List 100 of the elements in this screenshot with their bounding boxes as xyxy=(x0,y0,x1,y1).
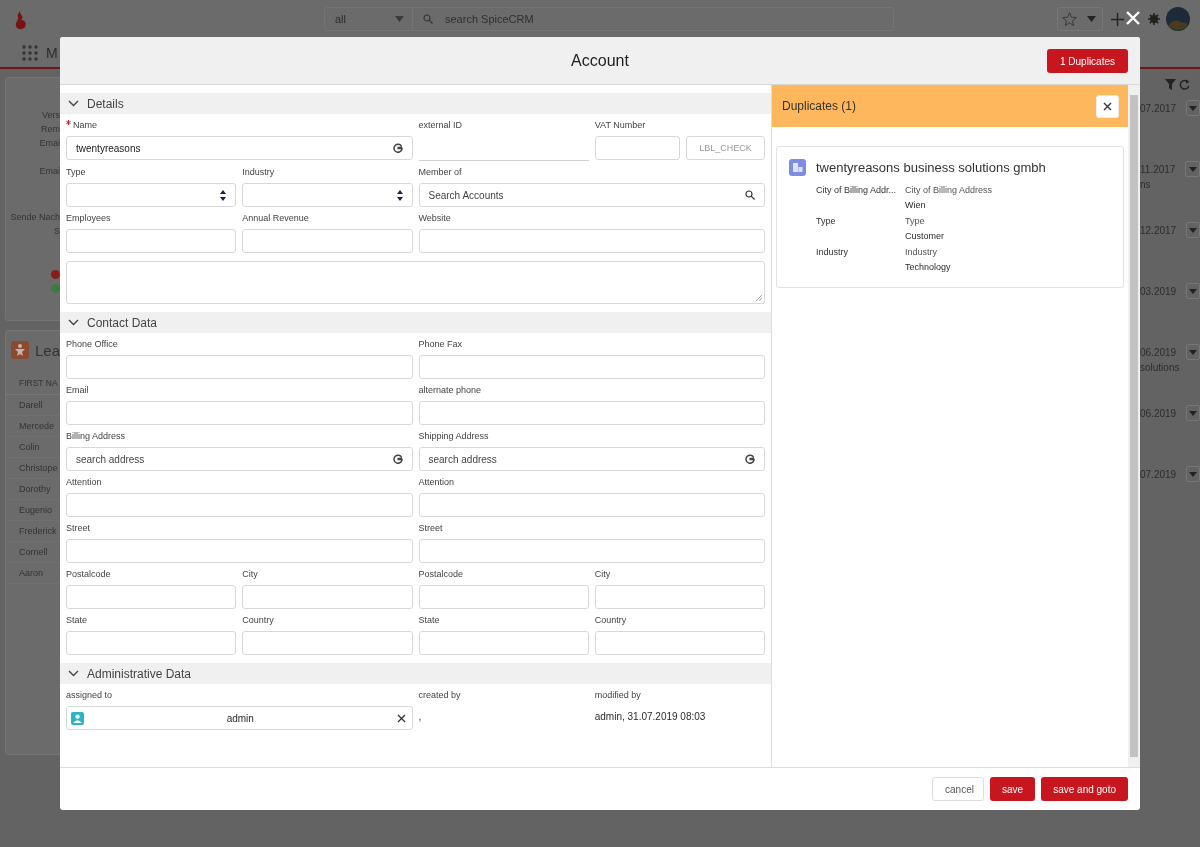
field-value: Customer xyxy=(905,230,944,243)
section-header[interactable]: Details xyxy=(60,93,771,114)
input-field[interactable] xyxy=(418,539,765,563)
input-field[interactable] xyxy=(66,539,413,563)
input-field[interactable] xyxy=(242,585,413,609)
input-field[interactable] xyxy=(418,401,765,425)
chevron-icon xyxy=(68,319,79,326)
lookup-field[interactable]: Search Accounts xyxy=(418,183,765,207)
field-label: Phone Fax xyxy=(418,339,463,349)
field-label: Postalcode xyxy=(418,569,464,579)
search-icon xyxy=(423,14,433,24)
chevron-icon xyxy=(68,670,79,677)
input-field[interactable] xyxy=(66,493,413,517)
select-field[interactable] xyxy=(242,183,413,207)
input-field[interactable] xyxy=(418,585,589,609)
menu-button[interactable] xyxy=(1186,283,1200,299)
settings-icon[interactable] xyxy=(1148,13,1160,25)
text-area[interactable] xyxy=(66,261,765,304)
cancel-button[interactable]: cancel xyxy=(932,777,985,801)
caret-icon xyxy=(1189,105,1198,111)
field-label: Name xyxy=(73,120,97,130)
google-icon xyxy=(392,454,403,464)
user-field[interactable]: admin xyxy=(66,706,413,730)
input-field[interactable] xyxy=(66,401,413,425)
input-field[interactable]: search address xyxy=(418,447,765,471)
search-placeholder: search SpiceCRM xyxy=(445,13,534,25)
field-value: admin, 31.07.2019 08:03 xyxy=(594,710,707,722)
input-field[interactable]: search address xyxy=(66,447,413,471)
input-field[interactable]: twentyreasons xyxy=(66,136,413,160)
clear-icon[interactable] xyxy=(396,713,406,723)
duplicates-button[interactable]: 1 Duplicates xyxy=(1046,49,1128,73)
input-field[interactable] xyxy=(242,631,413,655)
caret-icon xyxy=(395,16,404,22)
field-label: City of Billing Addr... xyxy=(816,184,898,197)
input-field[interactable] xyxy=(594,136,680,160)
section-header[interactable]: Contact Data xyxy=(60,312,771,333)
menu-button[interactable] xyxy=(1186,222,1200,238)
field-label: Industry xyxy=(242,167,275,177)
field-value: , xyxy=(418,710,423,722)
input-field[interactable] xyxy=(418,631,589,655)
account-icon xyxy=(789,159,806,176)
save-button[interactable]: save and goto xyxy=(1041,777,1128,801)
account-name[interactable]: twentyreasons business solutions gmbh xyxy=(816,160,1046,175)
caret-icon xyxy=(1189,349,1198,355)
input-field[interactable] xyxy=(594,585,765,609)
section-header[interactable]: Administrative Data xyxy=(60,663,771,684)
scrollbar[interactable] xyxy=(1128,85,1140,767)
field-label: Website xyxy=(418,213,451,223)
field-label: Annual Revenue xyxy=(242,213,309,223)
field-label: Member of xyxy=(418,167,462,177)
input-field[interactable] xyxy=(418,493,765,517)
menu-button[interactable] xyxy=(1186,405,1200,421)
google-icon xyxy=(392,143,403,153)
select-field[interactable] xyxy=(66,183,237,207)
field-label: City of Billing Address xyxy=(905,184,993,197)
field-label: Country xyxy=(594,615,627,625)
input-field[interactable] xyxy=(66,585,237,609)
caret-icon xyxy=(1189,227,1198,233)
menu-button[interactable] xyxy=(1185,161,1200,177)
resize-handle-icon xyxy=(756,295,762,301)
save-button[interactable]: save xyxy=(990,777,1036,801)
close-button[interactable] xyxy=(1096,94,1119,118)
input-field[interactable] xyxy=(594,631,765,655)
field-value: Technology xyxy=(905,261,951,274)
avatar-icon[interactable] xyxy=(1166,7,1190,31)
card-title: Lea xyxy=(35,341,61,359)
field-label: Employees xyxy=(66,213,111,223)
field-label: Phone Office xyxy=(66,339,118,349)
refresh-icon[interactable] xyxy=(1179,79,1190,90)
favorites-button[interactable] xyxy=(1057,7,1103,31)
field-label: Street xyxy=(418,523,443,533)
field-label: State xyxy=(66,615,87,625)
input-field[interactable] xyxy=(66,631,237,655)
google-icon xyxy=(745,454,755,464)
field-label: assigned to xyxy=(66,690,113,700)
caret-icon xyxy=(1189,410,1198,416)
caret-icon xyxy=(1189,288,1198,294)
caret-icon xyxy=(1087,16,1096,22)
field-label: Type xyxy=(905,215,926,228)
field-label: created by xyxy=(418,690,461,700)
menu-button[interactable] xyxy=(1186,100,1200,116)
menu-button[interactable] xyxy=(1186,344,1200,360)
input-field[interactable] xyxy=(242,229,413,253)
input-field[interactable] xyxy=(66,355,413,379)
field-label: Email xyxy=(66,385,89,395)
filter-icon[interactable] xyxy=(1165,79,1176,90)
input-field[interactable] xyxy=(418,229,765,253)
field-label: VAT Number xyxy=(594,120,646,130)
select-arrows-icon xyxy=(396,189,403,201)
field-label: City xyxy=(594,569,611,579)
field-label: external ID xyxy=(418,120,463,130)
close-icon[interactable] xyxy=(1126,11,1140,25)
field-label: Attention xyxy=(66,477,102,487)
menu-button[interactable] xyxy=(1186,466,1200,482)
input-field[interactable] xyxy=(66,229,237,253)
app-launcher-icon[interactable] xyxy=(22,44,38,61)
field-label: Attention xyxy=(418,477,455,487)
input-field[interactable] xyxy=(418,355,765,379)
caret-icon xyxy=(1188,166,1197,172)
plus-icon[interactable] xyxy=(1111,12,1124,26)
